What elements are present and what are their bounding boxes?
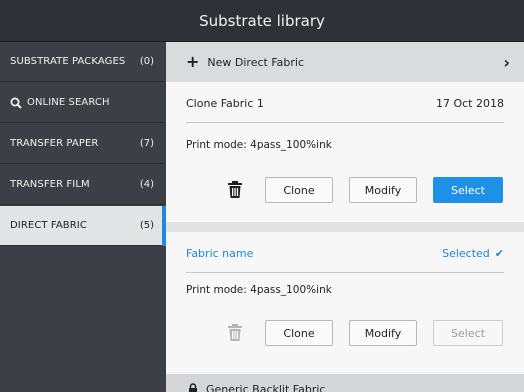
clone-button[interactable]: Clone <box>265 177 333 203</box>
sidebar-item-label: TRANSFER FILM <box>10 179 90 190</box>
card-actions: Clone Modify Select <box>223 176 503 204</box>
print-mode-label: Print mode: <box>186 284 247 296</box>
title-bar: Substrate library <box>0 0 524 42</box>
print-mode: Print mode: 4pass_100%ink <box>186 284 332 296</box>
card-actions: Clone Modify Select <box>223 319 503 347</box>
card-header: Fabric name Selected ✔ <box>186 234 504 273</box>
generic-backlit-fabric-item[interactable]: Generic Backlit Fabric <box>166 374 524 392</box>
sidebar-item-count: (7) <box>139 138 154 149</box>
print-mode-value: 4pass_100%ink <box>250 139 332 151</box>
substrate-card-selected: Fabric name Selected ✔ Print mode: 4pass… <box>166 232 524 372</box>
new-direct-fabric-button[interactable]: + New Direct Fabric › <box>166 42 524 82</box>
sidebar-item-count: (5) <box>139 220 154 231</box>
selected-status: Selected <box>442 246 490 260</box>
sidebar-item-transfer-paper[interactable]: TRANSFER PAPER (7) <box>0 124 164 164</box>
print-mode-label: Print mode: <box>186 139 247 151</box>
page-title: Substrate library <box>199 11 325 30</box>
substrate-name: Generic Backlit Fabric <box>206 382 326 392</box>
sidebar-item-label: DIRECT FABRIC <box>10 220 87 231</box>
main-panel: + New Direct Fabric › Clone Fabric 1 17 … <box>166 42 524 392</box>
new-item-label: New Direct Fabric <box>207 55 304 69</box>
trash-icon[interactable] <box>223 178 247 202</box>
substrate-date: 17 Oct 2018 <box>435 96 504 110</box>
check-icon: ✔ <box>494 246 504 260</box>
modify-button[interactable]: Modify <box>349 320 417 346</box>
sidebar: SUBSTRATE PACKAGES (0) ONLINE SEARCH TRA… <box>0 42 166 392</box>
substrate-name[interactable]: Fabric name <box>186 247 442 260</box>
substrate-card: Clone Fabric 1 17 Oct 2018 Print mode: 4… <box>166 82 524 222</box>
select-button: Select <box>433 320 503 346</box>
modify-button[interactable]: Modify <box>349 177 417 203</box>
trash-icon-glyph <box>228 324 242 341</box>
select-button[interactable]: Select <box>433 177 503 203</box>
trash-icon <box>223 321 247 345</box>
sidebar-item-label: SUBSTRATE PACKAGES <box>10 56 126 67</box>
search-icon <box>10 97 22 109</box>
sidebar-item-count: (0) <box>139 56 154 67</box>
trash-icon-glyph <box>228 181 242 198</box>
sidebar-item-count: (4) <box>139 179 154 190</box>
substrate-name: Clone Fabric 1 <box>186 96 264 110</box>
print-mode: Print mode: 4pass_100%ink <box>186 139 332 151</box>
sidebar-item-online-search[interactable]: ONLINE SEARCH <box>0 83 164 123</box>
substrate-library-window: Substrate library SUBSTRATE PACKAGES (0)… <box>0 0 524 392</box>
lock-icon <box>189 383 197 392</box>
sidebar-item-direct-fabric[interactable]: DIRECT FABRIC (5) <box>0 206 166 246</box>
chevron-right-icon: › <box>503 52 510 72</box>
clone-button[interactable]: Clone <box>265 320 333 346</box>
sidebar-item-substrate-packages[interactable]: SUBSTRATE PACKAGES (0) <box>0 42 164 82</box>
sidebar-item-label: ONLINE SEARCH <box>27 97 110 108</box>
plus-icon: + <box>186 52 200 71</box>
sidebar-item-label: TRANSFER PAPER <box>10 138 99 149</box>
card-divider <box>166 222 524 232</box>
sidebar-item-transfer-film[interactable]: TRANSFER FILM (4) <box>0 165 164 205</box>
card-header: Clone Fabric 1 17 Oct 2018 <box>186 84 504 123</box>
print-mode-value: 4pass_100%ink <box>250 284 332 296</box>
